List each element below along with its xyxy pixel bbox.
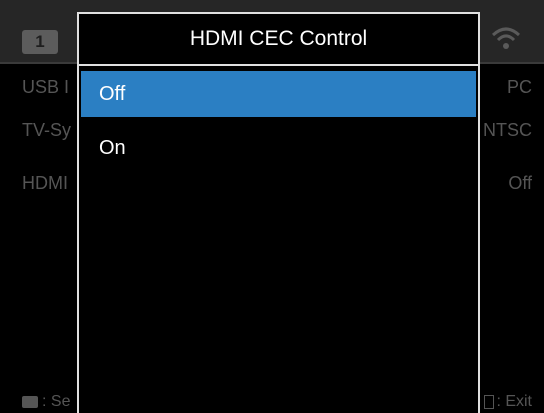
option-on[interactable]: On <box>81 125 476 171</box>
option-off-label: Off <box>99 82 126 105</box>
bg-menu-value-usb: PC <box>506 77 532 97</box>
wifi-icon[interactable] <box>490 25 522 53</box>
hdmi-cec-dialog: HDMI CEC Control Off On <box>77 12 480 413</box>
footer-exit-hint: : Exit <box>484 393 532 411</box>
bg-menu-label-tv-system: TV-Sy <box>22 120 72 140</box>
bg-menu-value-tv-system: NTSC <box>483 120 532 140</box>
bg-menu-value-hdmi: Off <box>508 173 532 193</box>
footer-exit-label: : Exit <box>496 393 532 410</box>
footer-select-label: : Se <box>42 393 71 410</box>
dialog-title: HDMI CEC Control <box>79 14 478 66</box>
bg-menu-label-usb: USB I <box>22 77 70 97</box>
option-on-label: On <box>99 136 126 159</box>
footer-select-hint: : Se <box>22 393 70 411</box>
tab-number: 1 <box>35 32 45 51</box>
bg-menu-label-hdmi: HDMI <box>22 173 68 193</box>
menu-icon <box>484 395 495 409</box>
option-off[interactable]: Off <box>81 71 476 117</box>
dpad-icon <box>22 396 38 408</box>
camera-tab-icon[interactable]: 1 <box>22 30 58 54</box>
